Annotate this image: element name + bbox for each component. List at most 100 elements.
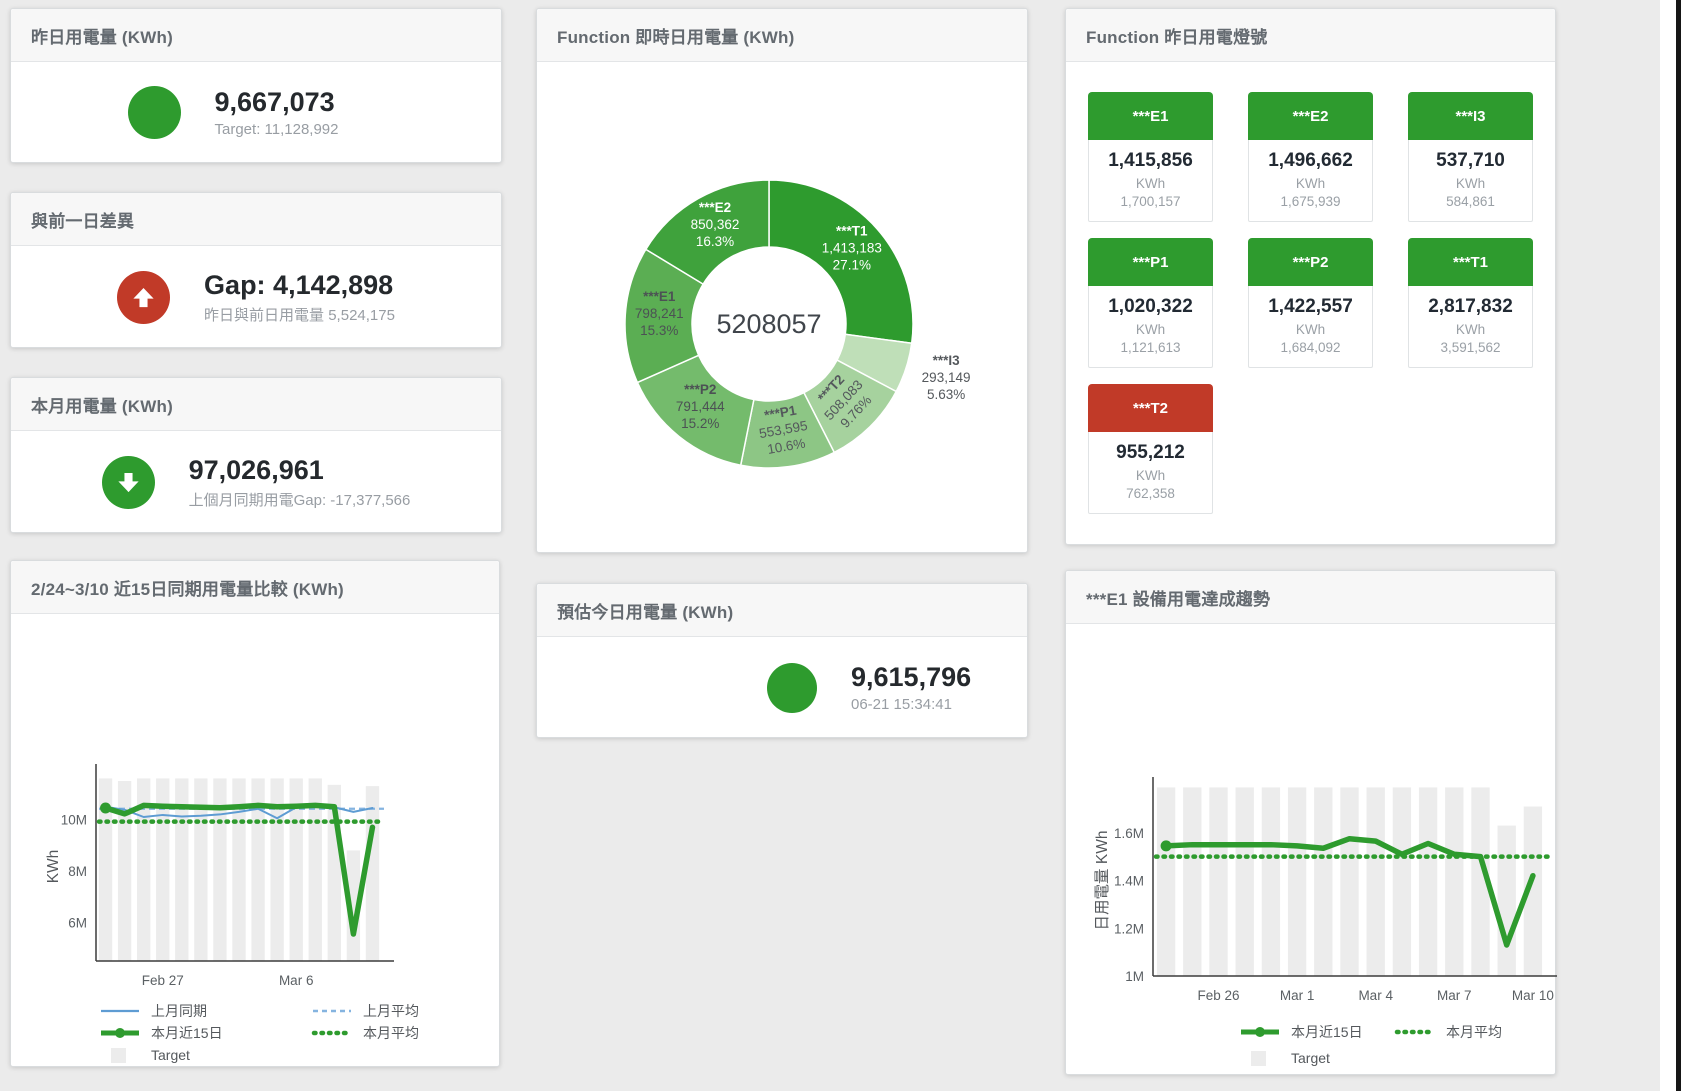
target-bar — [366, 786, 379, 961]
card-e1-trend: ***E1 設備用電達成趨勢 1M1.2M1.4M1.6M日用電量 KWhFeb… — [1065, 570, 1556, 1075]
donut-chart: ***T11,413,18327.1%***I3293,1495.63%***T… — [537, 62, 1027, 560]
lamp-tile-subvalue: 1,675,939 — [1251, 194, 1370, 209]
donut-slice-label: ***E1 — [643, 289, 676, 304]
compare-chart-legend: 上月同期 上月平均本月近15日 本月平均 Target — [11, 1000, 499, 1066]
legend-marker-square — [99, 1047, 141, 1063]
legend-item[interactable]: 上月同期 — [99, 1001, 311, 1021]
donut-slice-label: ***P2 — [684, 382, 716, 397]
donut-slice-label: 27.1% — [833, 258, 871, 273]
card-day-gap: 與前一日差異 Gap: 4,142,898 昨日與前日用電量 5,524,175 — [10, 192, 502, 348]
legend-label: 本月平均 — [363, 1023, 419, 1043]
e1-chart-body: 1M1.2M1.4M1.6M日用電量 KWhFeb 26Mar 1Mar 4Ma… — [1066, 624, 1555, 1075]
legend-row: 本月近15日 本月平均 — [1239, 1019, 1555, 1045]
legend-item[interactable]: 本月平均 — [311, 1023, 419, 1043]
card-header: Function 昨日用電燈號 — [1066, 9, 1555, 62]
lamp-tile: ***P11,020,322KWh1,121,613 — [1088, 238, 1213, 368]
lamp-tile: ***T2955,212KWh762,358 — [1088, 384, 1213, 514]
card-header: 本月用電量 (KWh) — [11, 378, 501, 431]
legend-marker-square — [1239, 1050, 1281, 1066]
lamp-tile-body: 537,710KWh584,861 — [1408, 140, 1533, 222]
donut-slice-label: 798,241 — [635, 306, 684, 321]
kpi-subtitle: 昨日與前日用電量 5,524,175 — [204, 304, 395, 325]
y-tick-label: 1M — [1125, 969, 1144, 984]
y-tick-label: 1.2M — [1114, 921, 1144, 936]
donut-chart-svg: ***T11,413,18327.1%***I3293,1495.63%***T… — [537, 62, 1029, 555]
card-header: 預估今日用電量 (KWh) — [537, 584, 1027, 637]
lamp-tile-subvalue: 1,121,613 — [1091, 340, 1210, 355]
legend-item[interactable]: Target — [99, 1047, 311, 1063]
up-arrow-icon — [117, 271, 170, 324]
card-title: 昨日用電量 (KWh) — [31, 23, 173, 48]
kpi-subtitle: 上個月同期用電Gap: -17,377,566 — [189, 489, 411, 510]
legend-item[interactable]: 本月近15日 — [99, 1023, 311, 1043]
x-tick-label: Mar 1 — [1280, 988, 1315, 1003]
legend-marker-thick — [99, 1025, 141, 1041]
lamp-tile: ***E21,496,662KWh1,675,939 — [1248, 92, 1373, 222]
card-15day-compare: 2/24~3/10 近15日同期用電量比較 (KWh) 6M8M10MKWhFe… — [10, 560, 500, 1067]
donut-center-total: 5208057 — [716, 309, 821, 339]
target-bar — [1288, 787, 1306, 976]
target-bar — [1340, 787, 1358, 976]
lamp-tile: ***P21,422,557KWh1,684,092 — [1248, 238, 1373, 368]
lamp-tile-body: 1,422,557KWh1,684,092 — [1248, 286, 1373, 368]
kpi-subtitle: Target: 11,128,992 — [215, 121, 385, 138]
x-tick-label: Mar 4 — [1358, 988, 1393, 1003]
legend-item[interactable]: Target — [1239, 1050, 1394, 1066]
lamp-tile-value: 1,020,322 — [1091, 296, 1210, 318]
status-circle-icon — [128, 86, 181, 139]
lamp-tile-name: ***P1 — [1088, 238, 1213, 286]
legend-item[interactable]: 上月平均 — [311, 1001, 419, 1021]
kpi-value: 9,615,796 — [851, 662, 1021, 693]
legend-row: 上月同期 上月平均 — [99, 1000, 499, 1022]
card-realtime-donut: Function 即時日用電量 (KWh) ***T11,413,18327.1… — [536, 8, 1028, 553]
e1-chart-legend: 本月近15日 本月平均 Target — [1066, 1019, 1555, 1071]
kpi-body: Gap: 4,142,898 昨日與前日用電量 5,524,175 — [11, 246, 501, 348]
card-title: 2/24~3/10 近15日同期用電量比較 (KWh) — [31, 575, 344, 600]
legend-label: Target — [151, 1047, 190, 1063]
lamp-tile-unit: KWh — [1411, 176, 1530, 191]
donut-slice-label: 15.3% — [640, 323, 678, 338]
card-title: ***E1 設備用電達成趨勢 — [1086, 585, 1270, 610]
kpi-timestamp: 06-21 15:34:41 — [851, 696, 1021, 713]
legend-item[interactable]: 本月平均 — [1394, 1022, 1502, 1042]
card-header: ***E1 設備用電達成趨勢 — [1066, 571, 1555, 624]
kpi-value: Gap: 4,142,898 — [204, 270, 395, 301]
donut-slice-label: 850,362 — [691, 217, 740, 232]
kpi-value: 9,667,073 — [215, 87, 385, 118]
legend-row: Target — [1239, 1045, 1555, 1071]
legend-marker-thick — [1239, 1024, 1281, 1040]
card-title: Function 即時日用電量 (KWh) — [557, 23, 794, 48]
card-title: 本月用電量 (KWh) — [31, 392, 173, 417]
lamp-tile-value: 1,415,856 — [1091, 150, 1210, 172]
compare-chart-body: 6M8M10MKWhFeb 27Mar 6 上月同期上月平均本月近15日本月平均… — [11, 614, 499, 1067]
legend-marker-thin — [99, 1003, 141, 1019]
target-bar — [1157, 787, 1175, 976]
legend-item[interactable]: 本月近15日 — [1239, 1022, 1394, 1042]
card-header: 昨日用電量 (KWh) — [11, 9, 501, 62]
down-arrow-icon — [102, 456, 155, 509]
lamp-tile: ***E11,415,856KWh1,700,157 — [1088, 92, 1213, 222]
card-header: 2/24~3/10 近15日同期用電量比較 (KWh) — [11, 561, 499, 614]
legend-label: 本月平均 — [1446, 1022, 1502, 1042]
donut-slice-label: 16.3% — [696, 234, 734, 249]
e1-trend-chart: 1M1.2M1.4M1.6M日用電量 KWhFeb 26Mar 1Mar 4Ma… — [1066, 624, 1555, 1017]
donut-slice-label: 1,413,183 — [822, 241, 882, 256]
donut-slice-label: 293,149 — [922, 370, 971, 385]
page-right-gutter — [1660, 0, 1676, 1091]
lamp-tile-name: ***E2 — [1248, 92, 1373, 140]
lamp-tile-value: 1,422,557 — [1251, 296, 1370, 318]
y-tick-label: 1.6M — [1114, 826, 1144, 841]
legend-label: 本月近15日 — [151, 1023, 223, 1043]
card-header: 與前一日差異 — [11, 193, 501, 246]
lamp-tile-unit: KWh — [1251, 176, 1370, 191]
legend-label: 本月近15日 — [1291, 1022, 1363, 1042]
card-yesterday-usage: 昨日用電量 (KWh) 9,667,073 Target: 11,128,992 — [10, 8, 502, 163]
lamp-tile-body: 1,020,322KWh1,121,613 — [1088, 286, 1213, 368]
lamp-tile-grid: ***E11,415,856KWh1,700,157***E21,496,662… — [1066, 62, 1555, 514]
lamp-tile-name: ***I3 — [1408, 92, 1533, 140]
donut-slice-label: 5.63% — [927, 387, 965, 402]
x-tick-label: Mar 6 — [279, 973, 314, 988]
legend-marker-dash — [311, 1003, 353, 1019]
legend-label: 上月平均 — [363, 1001, 419, 1021]
lamp-tile-body: 1,415,856KWh1,700,157 — [1088, 140, 1213, 222]
